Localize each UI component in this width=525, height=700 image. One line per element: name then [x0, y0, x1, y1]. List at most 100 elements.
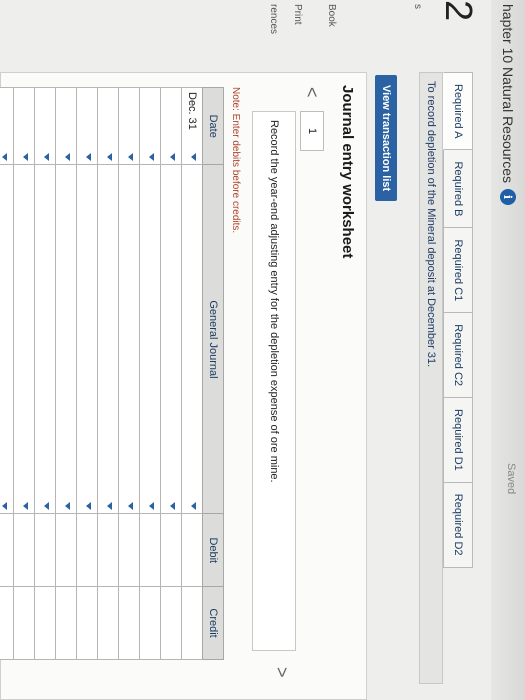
chevron-down-icon[interactable] [44, 502, 49, 511]
credit-input[interactable] [76, 586, 98, 660]
date-cell[interactable] [97, 87, 119, 165]
tab-required-b[interactable]: Required B [443, 150, 473, 229]
saved-status: Saved [505, 463, 517, 495]
debit-input[interactable] [76, 513, 98, 587]
date-cell[interactable] [139, 87, 161, 165]
account-select[interactable] [118, 164, 140, 514]
table-row: Dec. 31 [181, 87, 203, 660]
chevron-down-icon[interactable] [191, 502, 196, 511]
debit-input[interactable] [0, 513, 14, 587]
chevron-down-icon[interactable] [2, 502, 7, 511]
debit-input[interactable] [34, 513, 56, 587]
credit-input[interactable] [55, 586, 77, 660]
view-transaction-list-button[interactable]: View transaction list [375, 75, 397, 202]
chevron-down-icon[interactable] [128, 502, 133, 511]
instruction-text: To record depletion of the Mineral depos… [425, 81, 437, 368]
side-label-references[interactable]: rences [268, 4, 279, 34]
date-cell[interactable] [118, 87, 140, 165]
chevron-down-icon[interactable] [170, 153, 175, 162]
screen: hapter 10 Natural Resources i Saved s Bo… [0, 0, 525, 700]
account-select[interactable] [0, 164, 14, 514]
side-label-print[interactable]: Print [292, 4, 303, 25]
account-select[interactable] [55, 164, 77, 514]
worksheet-nav: < 1 Record the year-end adjusting entry … [252, 73, 326, 700]
tab-required-d2[interactable]: Required D2 [443, 482, 473, 568]
credit-input[interactable] [181, 586, 203, 660]
tab-required-a[interactable]: Required A [443, 72, 473, 151]
info-icon[interactable]: i [500, 189, 516, 205]
date-cell[interactable] [76, 87, 98, 165]
date-cell[interactable] [13, 87, 35, 165]
debit-input[interactable] [181, 513, 203, 587]
chevron-down-icon[interactable] [107, 153, 112, 162]
chevron-down-icon[interactable] [191, 153, 196, 162]
tab-required-c2[interactable]: Required C2 [443, 313, 473, 399]
account-select[interactable] [13, 164, 35, 514]
chevron-down-icon[interactable] [65, 153, 70, 162]
chevron-down-icon[interactable] [65, 502, 70, 511]
chevron-down-icon[interactable] [170, 502, 175, 511]
debit-input[interactable] [118, 513, 140, 587]
side-label-s: s [412, 4, 423, 9]
chevron-down-icon[interactable] [86, 502, 91, 511]
chevron-down-icon[interactable] [149, 153, 154, 162]
credit-input[interactable] [118, 586, 140, 660]
chapter-title: hapter 10 Natural Resources [500, 4, 516, 183]
chevron-down-icon[interactable] [128, 153, 133, 162]
prev-entry-button[interactable]: < [301, 87, 322, 98]
credit-input[interactable] [34, 586, 56, 660]
entry-description-text: Record the year-end adjusting entry for … [268, 120, 280, 483]
credit-input[interactable] [0, 586, 14, 660]
tab-required-d1[interactable]: Required D1 [443, 398, 473, 483]
general-journal-header: General Journal [202, 164, 224, 514]
entry-page-number[interactable]: 1 [300, 111, 324, 151]
chevron-down-icon[interactable] [23, 153, 28, 162]
credit-input[interactable] [97, 586, 119, 660]
date-cell-value: Dec. 31 [186, 92, 198, 130]
date-cell[interactable] [55, 87, 77, 165]
account-select[interactable] [97, 164, 119, 514]
debit-input[interactable] [97, 513, 119, 587]
account-select[interactable] [34, 164, 56, 514]
chevron-down-icon[interactable] [86, 153, 91, 162]
side-label-book[interactable]: Book [326, 4, 337, 27]
requirement-tabs: Required A Required B Required C1 Required … [443, 72, 473, 568]
account-select[interactable] [181, 164, 203, 514]
chevron-down-icon[interactable] [44, 153, 49, 162]
date-cell[interactable] [34, 87, 56, 165]
table-row [160, 87, 182, 660]
chevron-down-icon[interactable] [2, 153, 7, 162]
table-row [76, 87, 98, 660]
account-select[interactable] [160, 164, 182, 514]
credit-input[interactable] [139, 586, 161, 660]
instruction-bar: To record depletion of the Mineral depos… [419, 72, 443, 684]
date-cell[interactable] [160, 87, 182, 165]
entry-description: Record the year-end adjusting entry for … [252, 111, 296, 651]
credit-input[interactable] [13, 586, 35, 660]
question-number: 2 [437, 0, 479, 22]
chevron-down-icon[interactable] [149, 502, 154, 511]
date-cell[interactable] [0, 87, 14, 165]
debit-input[interactable] [55, 513, 77, 587]
debit-input[interactable] [160, 513, 182, 587]
chevron-down-icon[interactable] [23, 502, 28, 511]
journal-table: Date General Journal Debit Credit Dec. 3… [0, 87, 224, 660]
chevron-down-icon[interactable] [107, 502, 112, 511]
debit-input[interactable] [13, 513, 35, 587]
account-select[interactable] [76, 164, 98, 514]
table-row [34, 87, 56, 660]
credit-header: Credit [202, 586, 224, 660]
account-select[interactable] [139, 164, 161, 514]
debits-note: Note: Enter debits before credits. [230, 87, 241, 234]
debit-header: Debit [202, 513, 224, 587]
journal-body: Dec. 31 [0, 87, 203, 660]
next-entry-button[interactable]: > [271, 667, 292, 678]
table-row [55, 87, 77, 660]
table-row [13, 87, 35, 660]
credit-input[interactable] [160, 586, 182, 660]
chapter-header: hapter 10 Natural Resources i [493, 0, 523, 205]
tab-required-c1[interactable]: Required C1 [443, 228, 473, 314]
date-cell[interactable]: Dec. 31 [181, 87, 203, 165]
debit-input[interactable] [139, 513, 161, 587]
table-row [0, 87, 14, 660]
